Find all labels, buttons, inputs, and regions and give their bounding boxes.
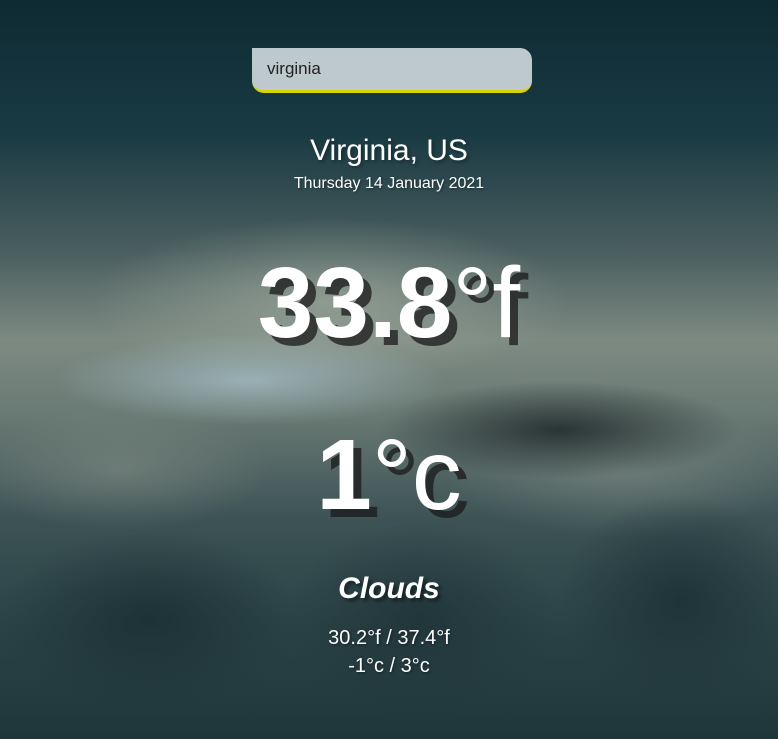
temperature-celsius: 1°c <box>0 420 778 530</box>
temperature-fahrenheit-unit: °f <box>452 247 521 359</box>
weather-condition: Clouds <box>338 572 440 605</box>
temperature-fahrenheit: 33.8°f <box>0 248 778 358</box>
search-box <box>252 48 532 93</box>
search-input[interactable] <box>252 48 532 93</box>
temperature-celsius-value: 1 <box>316 419 372 531</box>
temperature-range-fahrenheit: 30.2°f / 37.4°f <box>328 627 450 649</box>
current-date: Thursday 14 January 2021 <box>293 175 485 192</box>
location-name: Virginia, US <box>310 134 468 167</box>
temperature-range-celsius: -1°c / 3°c <box>348 655 430 677</box>
temperature-fahrenheit-value: 33.8 <box>257 247 453 359</box>
temperature-celsius-unit: °c <box>371 419 462 531</box>
